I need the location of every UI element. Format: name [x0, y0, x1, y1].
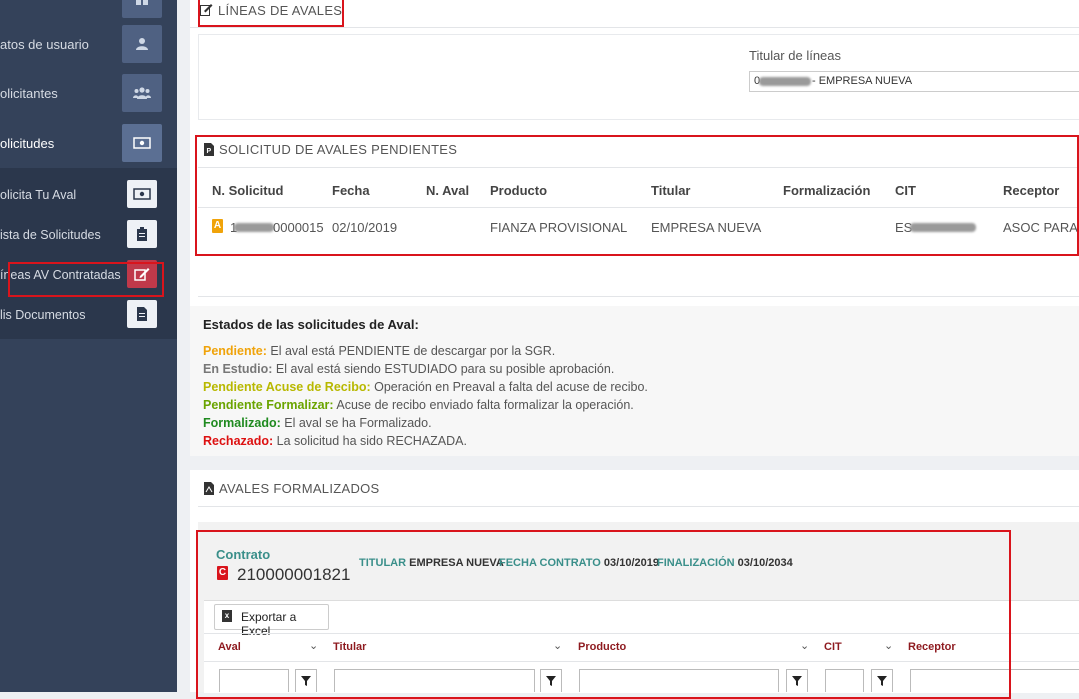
status-item-rejected: Rechazado: La solicitud ha sido RECHAZAD…	[203, 434, 467, 448]
sidebar-item-label: atos de usuario	[0, 37, 89, 52]
status-text: El aval está siendo ESTUDIADO para su po…	[272, 362, 615, 376]
users-icon	[122, 74, 162, 112]
status-item-receipt: Pendiente Acuse de Recibo: Operación en …	[203, 380, 648, 394]
highlight-box	[196, 530, 1011, 699]
main-content: LÍNEAS DE AVALES Titular de líneas 0 - E…	[190, 0, 1079, 699]
money-icon	[127, 180, 157, 208]
status-text: El aval está PENDIENTE de descargar por …	[266, 344, 556, 358]
divider	[198, 296, 1079, 297]
clipboard-icon	[127, 220, 157, 248]
money-icon	[122, 124, 162, 162]
holder-label: Titular de líneas	[749, 48, 842, 63]
sidebar-item-top[interactable]	[0, 0, 177, 20]
sidebar-item-label: olicita Tu Aval	[0, 188, 77, 202]
divider	[198, 506, 1079, 507]
status-name: Pendiente Acuse de Recibo:	[203, 380, 371, 394]
highlight-box	[198, 0, 344, 27]
divider	[190, 27, 1079, 28]
status-text: Acuse de recibo enviado falta formalizar…	[333, 398, 634, 412]
sidebar-item-user-data[interactable]: atos de usuario	[0, 25, 177, 65]
holder-value: - EMPRESA NUEVA	[812, 75, 913, 87]
sidebar-item-label: olicitantes	[0, 86, 58, 101]
sidebar-item-applicants[interactable]: olicitantes	[0, 74, 177, 114]
status-legend-title: Estados de las solicitudes de Aval:	[203, 317, 419, 332]
status-name: Formalizado:	[203, 416, 281, 430]
status-name: Pendiente Formalizar:	[203, 398, 334, 412]
holder-select[interactable]: 0 - EMPRESA NUEVA	[749, 71, 1079, 92]
pdf-document-icon	[204, 482, 214, 495]
sidebar-item-label: ista de Solicitudes	[0, 228, 101, 242]
sidebar-item-my-documents[interactable]: lis Documentos	[0, 296, 177, 336]
status-item-pending: Pendiente: El aval está PENDIENTE de des…	[203, 344, 555, 358]
status-name: Rechazado:	[203, 434, 274, 448]
redaction	[759, 77, 811, 86]
sidebar: atos de usuario olicitantes olicitudes o…	[0, 0, 177, 692]
sidebar-item-label: lis Documentos	[0, 308, 86, 322]
highlight-box	[195, 135, 1079, 256]
sidebar-item-requests[interactable]: olicitudes	[0, 124, 177, 164]
section-title-formalized: AVALES FORMALIZADOS	[219, 481, 380, 496]
grid-icon	[122, 0, 162, 18]
status-item-formalize: Pendiente Formalizar: Acuse de recibo en…	[203, 398, 634, 412]
status-text: El aval se ha Formalizado.	[280, 416, 432, 430]
user-icon	[122, 25, 162, 63]
status-item-study: En Estudio: El aval está siendo ESTUDIAD…	[203, 362, 614, 376]
sidebar-item-label: olicitudes	[0, 136, 55, 151]
spacer	[190, 456, 1079, 470]
status-name: Pendiente:	[203, 344, 267, 358]
highlight-box	[8, 262, 164, 297]
document-icon	[127, 300, 157, 328]
sidebar-item-request-list[interactable]: ista de Solicitudes	[0, 216, 177, 256]
status-name: En Estudio:	[203, 362, 273, 376]
status-text: Operación en Preaval a falta del acuse d…	[370, 380, 648, 394]
status-item-formalized: Formalizado: El aval se ha Formalizado.	[203, 416, 432, 430]
sidebar-item-request-guarantee[interactable]: olicita Tu Aval	[0, 176, 177, 216]
status-text: La solicitud ha sido RECHAZADA.	[273, 434, 467, 448]
